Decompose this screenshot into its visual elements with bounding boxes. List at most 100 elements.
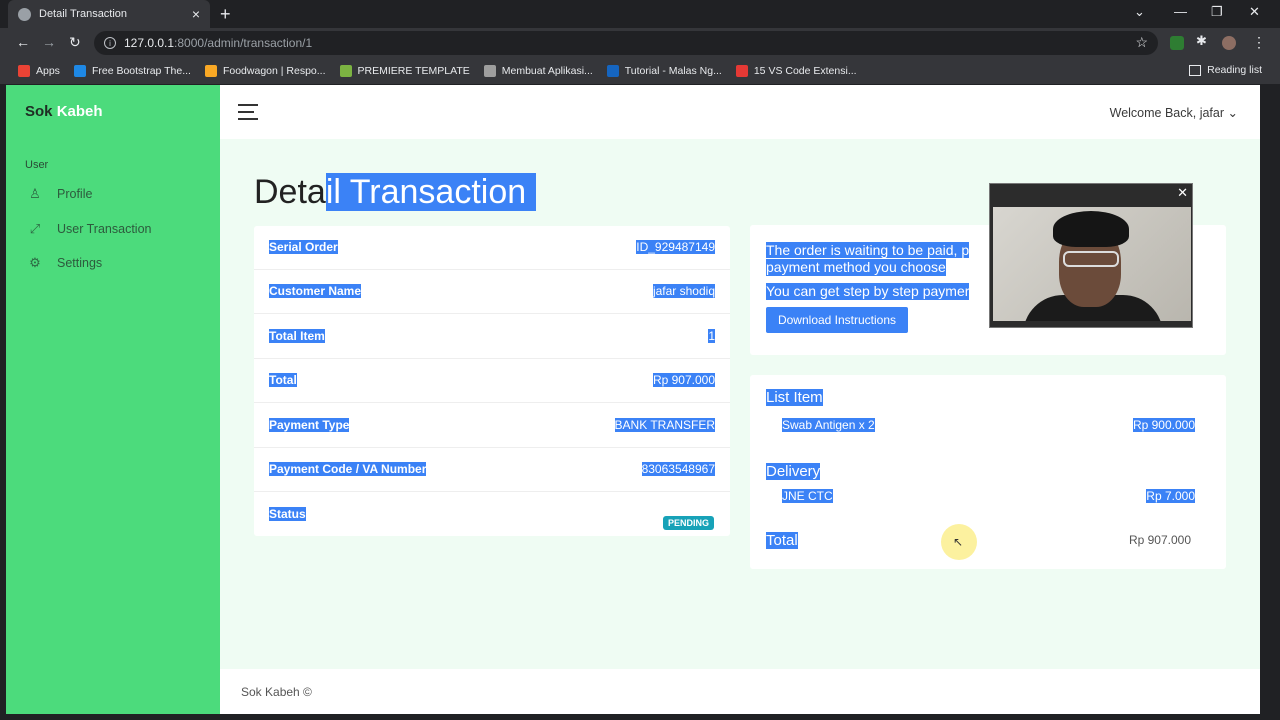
bookmark-label: PREMIERE TEMPLATE — [357, 65, 470, 77]
url-path: :8000/admin/transaction/1 — [174, 36, 313, 50]
burger-icon — [204, 65, 217, 77]
extension-icon[interactable] — [1170, 36, 1184, 50]
download-instructions-button[interactable]: Download Instructions — [766, 307, 908, 333]
sidebar-item-settings[interactable]: ⚙ Settings — [28, 255, 102, 271]
bookmark-free-bootstrap[interactable]: Free Bootstrap The... — [73, 65, 191, 77]
total-label: Total — [766, 532, 798, 549]
sidebar-section-label: User — [25, 159, 49, 171]
bookmark-vscode[interactable]: 15 VS Code Extensi... — [735, 65, 857, 77]
welcome-text: Welcome Back, jafar — [1109, 106, 1225, 120]
detail-label: Status — [269, 507, 306, 521]
bookmark-tutorial[interactable]: Tutorial - Malas Ng... — [606, 65, 722, 77]
sidebar-item-label: Settings — [57, 256, 103, 270]
detail-value: 83063548967 — [641, 462, 715, 476]
delivery-heading: Delivery — [766, 463, 821, 480]
person-icon: ♙ — [29, 186, 41, 201]
reading-list-label: Reading list — [1207, 64, 1262, 76]
webcam-overlay: ✕ — [989, 183, 1193, 328]
avatar[interactable] — [1222, 36, 1236, 50]
detail-value: ID_929487149 — [636, 240, 715, 254]
expand-icon: ⤢ — [29, 221, 41, 236]
tab-detail-transaction[interactable]: Detail Transaction × — [8, 0, 210, 28]
bookmark-label: Apps — [36, 65, 60, 77]
sidebar-item-label: Profile — [57, 187, 93, 201]
bookmarks-bar: Apps Free Bootstrap The... Foodwagon | R… — [0, 58, 1280, 84]
detail-label: Serial Order — [269, 240, 338, 254]
status-badge: PENDING — [662, 516, 714, 530]
new-tab-icon[interactable]: + — [220, 4, 231, 25]
bookmark-label: Membuat Aplikasi... — [501, 65, 593, 77]
bookmark-label: Free Bootstrap The... — [91, 65, 191, 77]
page-title-part-a: Deta — [254, 173, 326, 211]
reading-list-icon — [1189, 64, 1202, 76]
hamburger-menu-icon[interactable] — [238, 104, 258, 120]
back-icon[interactable]: ← — [16, 34, 30, 50]
tab-search-icon[interactable]: ⌄ — [1134, 4, 1145, 20]
tab-title: Detail Transaction — [39, 8, 128, 20]
maximize-icon[interactable]: ❐ — [1211, 4, 1223, 20]
detail-label: Payment Type — [269, 418, 350, 432]
brand-logo[interactable]: Sok Kabeh — [25, 103, 103, 120]
item-price: Rp 900.000 — [1132, 418, 1195, 432]
gear-icon: ⚙ — [29, 255, 41, 270]
top-navbar: Welcome Back, jafar ⌄ — [220, 85, 1260, 139]
detail-label: Total — [269, 373, 297, 387]
brand-name-a: Sok — [25, 103, 57, 120]
detail-row: Status PENDING — [254, 493, 730, 537]
main-content: Welcome Back, jafar ⌄ Detail Transaction… — [220, 85, 1260, 714]
list-item-heading: List Item — [766, 389, 823, 406]
sidebar-item-user-transaction[interactable]: ⤢ User Transaction — [28, 221, 152, 237]
webcam-video — [993, 207, 1191, 321]
payment-message-line: You can get step by step paymer — [766, 283, 970, 300]
address-bar[interactable]: i 127.0.0.1 :8000/admin/transaction/1 ☆ — [94, 31, 1158, 55]
puzzle-icon[interactable]: ✱ — [1196, 33, 1210, 48]
detail-label: Total Item — [269, 329, 325, 343]
detail-row: Customer Name jafar shodiq — [254, 270, 730, 314]
detail-row: Payment Type BANK TRANSFER — [254, 404, 730, 448]
cursor-highlight: ↖ — [941, 524, 977, 560]
total-value: Rp 907.000 — [1128, 533, 1191, 547]
mouse-pointer-icon: ↖ — [953, 535, 964, 549]
item-name: Swab Antigen x 2 — [782, 418, 875, 432]
url-host: 127.0.0.1 — [124, 36, 175, 50]
logo-icon — [735, 65, 748, 77]
detail-row: Total Rp 907.000 — [254, 359, 730, 403]
minimize-icon[interactable]: — — [1174, 4, 1187, 19]
user-dropdown[interactable]: Welcome Back, jafar ⌄ — [1110, 105, 1238, 120]
bookmark-apps[interactable]: Apps — [18, 65, 60, 77]
bootstrap-icon — [73, 65, 86, 77]
page-icon — [483, 65, 496, 77]
info-icon[interactable]: i — [104, 37, 116, 49]
delivery-name: JNE CTC — [782, 489, 833, 503]
sidebar-item-profile[interactable]: ♙ Profile — [28, 186, 92, 202]
detail-value: Rp 907.000 — [652, 373, 715, 387]
bookmark-star-icon[interactable]: ☆ — [1135, 34, 1148, 51]
leaf-icon — [339, 65, 352, 77]
payment-message-line: payment method you choose — [766, 259, 946, 276]
bookmark-label: Tutorial - Malas Ng... — [624, 65, 722, 77]
chevron-down-icon: ⌄ — [1227, 106, 1238, 120]
window-close-icon[interactable]: ✕ — [1249, 4, 1260, 20]
bookmark-label: Foodwagon | Respo... — [222, 65, 326, 77]
bookmark-membuat-aplikasi[interactable]: Membuat Aplikasi... — [483, 65, 593, 77]
page-title-part-b: il Transaction — [325, 173, 527, 211]
bookmark-foodwagon[interactable]: Foodwagon | Respo... — [204, 65, 326, 77]
close-icon[interactable]: ✕ — [1177, 185, 1188, 201]
close-tab-icon[interactable]: × — [192, 6, 200, 22]
reading-list-button[interactable]: Reading list — [1189, 64, 1262, 76]
detail-row: Payment Code / VA Number 83063548967 — [254, 448, 730, 492]
sidebar-item-label: User Transaction — [57, 222, 152, 236]
bookmark-premiere[interactable]: PREMIERE TEMPLATE — [339, 65, 470, 77]
delivery-price: Rp 7.000 — [1146, 489, 1195, 503]
detail-value: 1 — [708, 329, 715, 343]
bookmark-label: 15 VS Code Extensi... — [753, 65, 857, 77]
detail-value: BANK TRANSFER — [614, 418, 715, 432]
detail-label: Payment Code / VA Number — [269, 462, 427, 476]
apps-grid-icon — [18, 65, 30, 77]
menu-kebab-icon[interactable]: ⋮ — [1252, 34, 1266, 51]
browser-tabbar: Detail Transaction × + ⌄ — ❐ ✕ — [0, 0, 1280, 28]
browser-toolbar: ← → ↻ i 127.0.0.1 :8000/admin/transactio… — [0, 28, 1280, 58]
forward-icon[interactable]: → — [42, 34, 56, 50]
reload-icon[interactable]: ↻ — [69, 34, 81, 51]
transaction-detail-card: Serial Order ID_929487149 Customer Name ja… — [254, 226, 730, 536]
